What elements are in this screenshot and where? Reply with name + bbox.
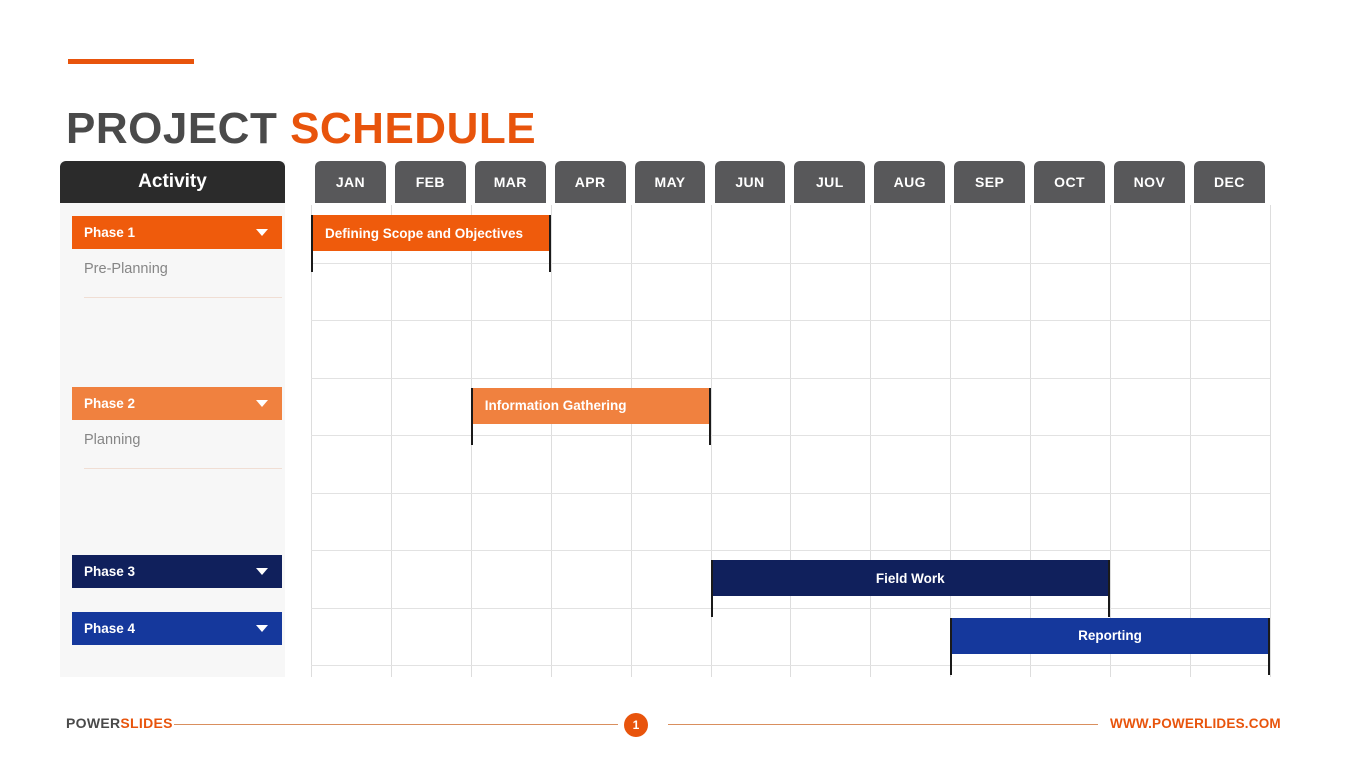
grid-row-line (311, 608, 1270, 609)
gantt-bar-edge-tick (1108, 560, 1110, 617)
phase-chip-label: Phase 4 (84, 621, 136, 636)
gantt-bar-edge-tick (470, 387, 473, 445)
footer-divider-left (174, 724, 618, 725)
page-number-badge: 1 (624, 713, 648, 737)
gantt-bar-field-work[interactable]: Field Work (710, 560, 1110, 596)
gantt-bar-edge-tick (950, 617, 953, 675)
grid-row-line (311, 435, 1270, 436)
grid-column-line (1190, 205, 1191, 677)
page-title-part1: PROJECT (66, 104, 278, 154)
grid-column-line (1110, 205, 1111, 677)
gantt-bar-edge-tick (1267, 617, 1270, 675)
page-title: PROJECT SCHEDULE (66, 101, 536, 157)
title-accent-rule (68, 59, 194, 64)
gantt-bar-edge-tick (548, 215, 551, 272)
grid-column-line (790, 205, 791, 677)
grid-column-line (551, 205, 552, 677)
activity-header: Activity (60, 161, 285, 203)
chevron-down-icon[interactable] (256, 625, 268, 632)
phase-chip-label: Phase 3 (84, 564, 136, 579)
month-header-oct[interactable]: OCT (1034, 161, 1105, 203)
footer-divider-right (668, 724, 1098, 725)
phase-chip-label: Phase 1 (84, 225, 136, 240)
phase-divider-1 (84, 297, 282, 298)
month-header-dec[interactable]: DEC (1193, 161, 1265, 203)
gantt-bar-information-gathering[interactable]: Information Gathering (470, 387, 711, 424)
brand-logo: POWERSLIDES (66, 715, 173, 731)
grid-row-line (311, 378, 1270, 379)
chevron-down-icon[interactable] (256, 568, 268, 575)
grid-row-line (311, 320, 1270, 321)
website-url: WWW.POWERLIDES.COM (1110, 716, 1281, 731)
month-header-jan[interactable]: JAN (315, 161, 386, 203)
phase-chip-label: Phase 2 (84, 396, 136, 411)
gantt-bar-reporting[interactable]: Reporting (950, 617, 1270, 654)
month-header-sep[interactable]: SEP (954, 161, 1026, 203)
month-header-jul[interactable]: JUL (794, 161, 866, 203)
phase-subtitle-2: Planning (84, 432, 141, 448)
page-title-part2: SCHEDULE (290, 104, 537, 154)
month-header-mar[interactable]: MAR (474, 161, 546, 203)
brand-logo-part2: SLIDES (120, 715, 173, 731)
grid-row-line (311, 263, 1270, 264)
gantt-bar-edge-tick (710, 560, 713, 617)
grid-row-line (311, 550, 1270, 551)
grid-row-line (311, 665, 1270, 666)
month-header-may[interactable]: MAY (634, 161, 706, 203)
grid-column-line (950, 205, 951, 677)
grid-column-line (870, 205, 871, 677)
month-header-nov[interactable]: NOV (1114, 161, 1185, 203)
phase-chip-1[interactable]: Phase 1 (72, 216, 282, 249)
brand-logo-part1: POWER (66, 715, 121, 731)
phase-chip-3[interactable]: Phase 3 (72, 555, 282, 588)
gantt-bar-edge-tick (311, 215, 313, 272)
month-header-jun[interactable]: JUN (714, 161, 786, 203)
phase-chip-2[interactable]: Phase 2 (72, 387, 282, 420)
phase-chip-4[interactable]: Phase 4 (72, 612, 282, 645)
chevron-down-icon[interactable] (256, 229, 268, 236)
phase-divider-2 (84, 468, 282, 469)
gantt-bar-edge-tick (708, 387, 711, 445)
phase-subtitle-1: Pre-Planning (84, 261, 168, 277)
gantt-bar-defining-scope-and-objectives[interactable]: Defining Scope and Objectives (311, 215, 551, 251)
grid-row-line (311, 493, 1270, 494)
grid-column-line (1270, 205, 1271, 677)
grid-column-line (311, 205, 312, 677)
month-header-feb[interactable]: FEB (394, 161, 466, 203)
gantt-chart: JAN FEB MAR APR MAY JUN JUL AUG SEP OCT NOV DEC Def… (311, 161, 1271, 677)
grid-column-line (391, 205, 392, 677)
grid-column-line (631, 205, 632, 677)
grid-column-line (1030, 205, 1031, 677)
month-header-aug[interactable]: AUG (874, 161, 946, 203)
month-header-apr[interactable]: APR (554, 161, 626, 203)
chevron-down-icon[interactable] (256, 400, 268, 407)
